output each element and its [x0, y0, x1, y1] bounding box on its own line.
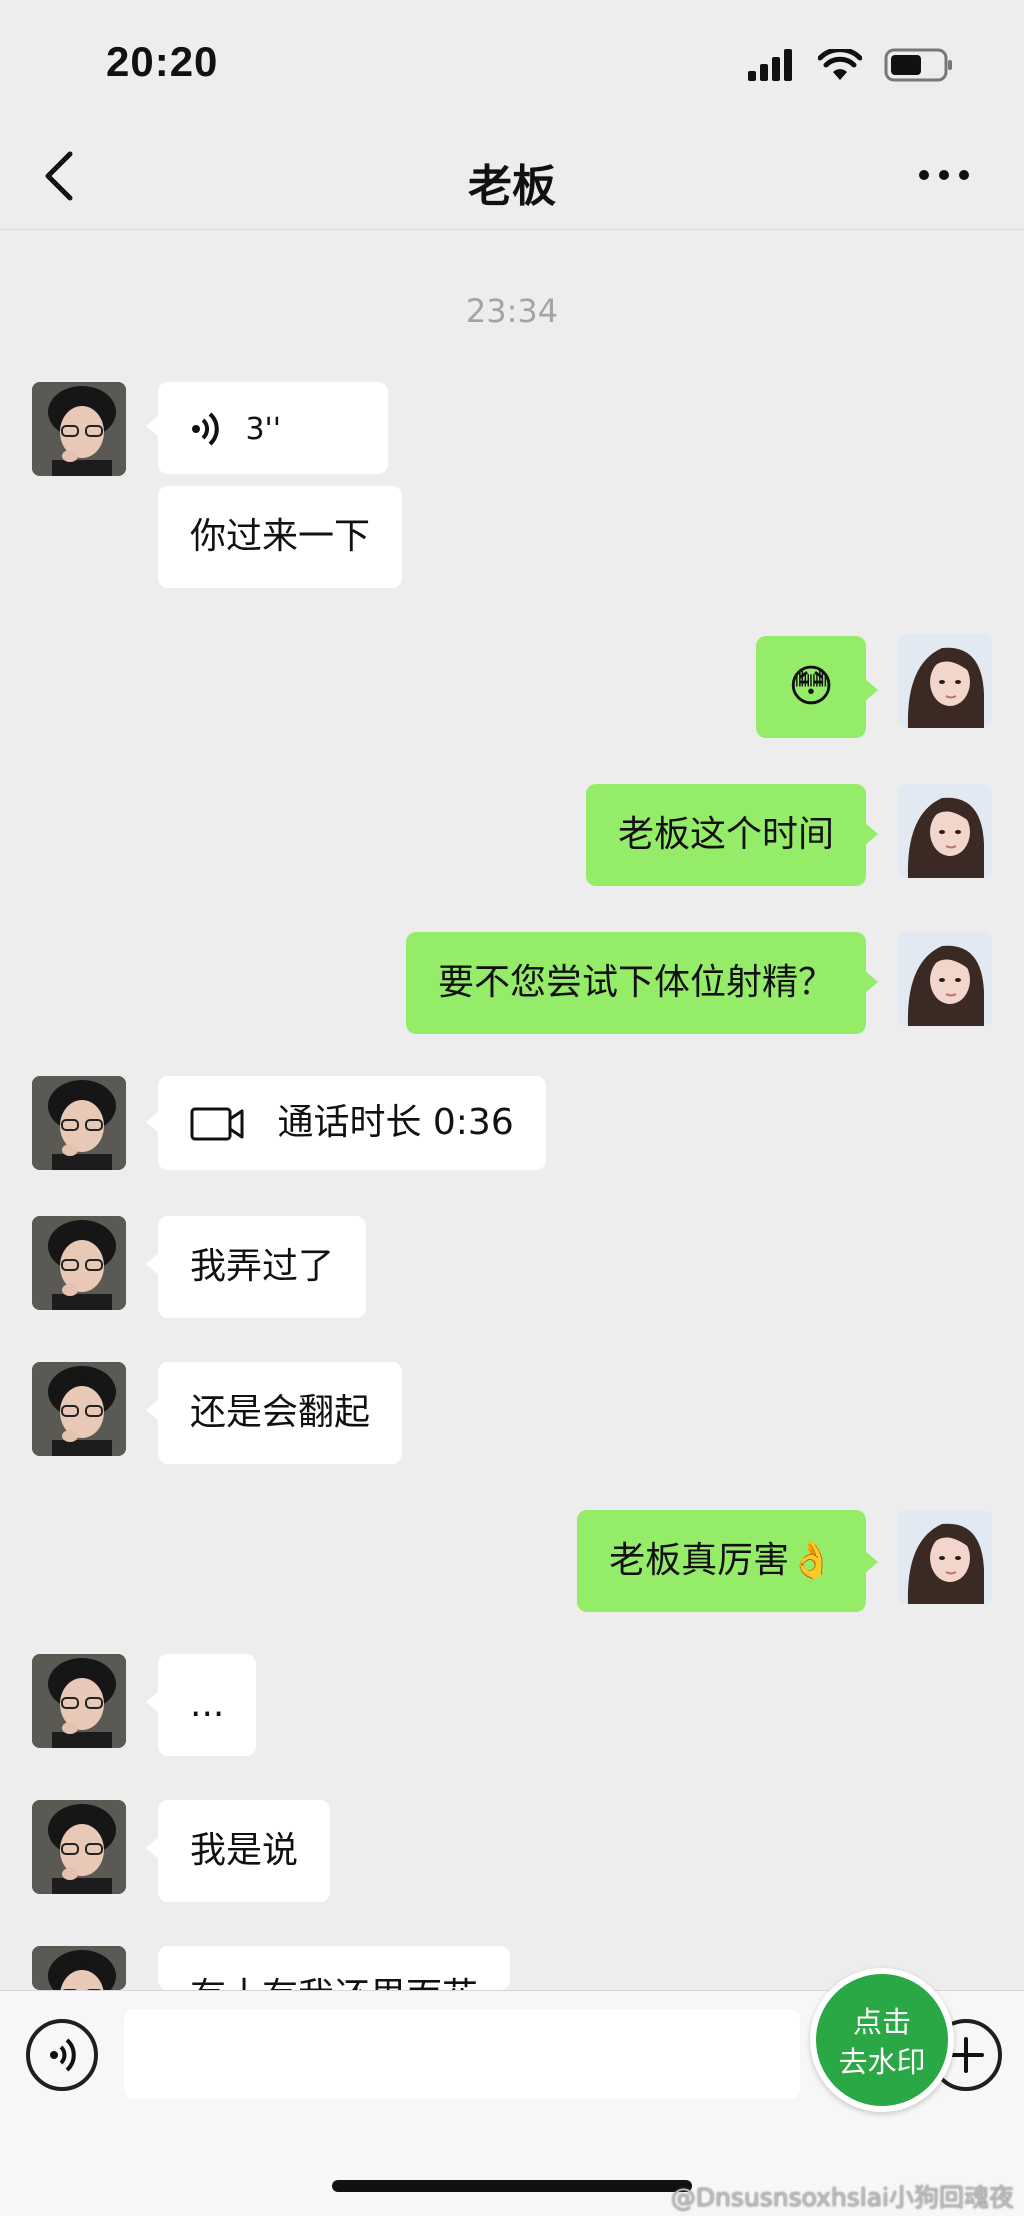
home-indicator [332, 2180, 692, 2192]
status-time: 20:20 [106, 38, 219, 85]
message-input[interactable] [124, 2009, 800, 2099]
my-avatar[interactable] [898, 932, 992, 1026]
watermark-button-line1: 点击 [852, 2005, 911, 2039]
message-bubble[interactable]: 有十有我还里面花 [158, 1946, 511, 1990]
sender-avatar[interactable] [32, 1800, 126, 1894]
call-duration: 通话时长 0:36 [277, 1102, 514, 1143]
video-camera-icon [190, 1107, 244, 1141]
my-avatar[interactable] [898, 634, 992, 728]
video-call-message[interactable]: 通话时长 0:36 [158, 1076, 546, 1170]
voice-wave-icon [50, 2038, 76, 2072]
wifi-icon [818, 49, 862, 80]
weibo-credit: @Dnsusnsoxhslai小狗回魂夜 [670, 2183, 1014, 2212]
voice-duration: 3'' [245, 412, 282, 447]
message-bubble[interactable]: 老板这个时间 [585, 784, 866, 886]
voice-message[interactable]: 3'' [158, 382, 388, 474]
my-avatar[interactable] [898, 784, 992, 878]
status-bar: 20:20 [0, 0, 1024, 120]
remove-watermark-button[interactable]: 点击 去水印 [810, 1968, 954, 2112]
bubble-tail [864, 678, 878, 702]
chat-timestamp: 23:34 [465, 292, 559, 330]
sender-avatar[interactable] [32, 1946, 126, 1990]
message-bubble[interactable]: 你过来一下 [158, 486, 403, 588]
sender-avatar[interactable] [32, 1076, 126, 1170]
bubble-tail [864, 822, 878, 846]
more-button[interactable] [914, 160, 974, 190]
sender-avatar[interactable] [32, 1654, 126, 1748]
battery-icon [884, 48, 952, 82]
my-avatar[interactable] [898, 1510, 992, 1604]
message-bubble[interactable]: 我弄过了 [158, 1216, 367, 1318]
bubble-tail [864, 970, 878, 994]
message-bubble[interactable]: 要不您尝试下体位射精？ [405, 932, 866, 1034]
sender-avatar[interactable] [32, 1216, 126, 1310]
watermark-button-line2: 去水印 [838, 2045, 926, 2079]
chat-title: 老板 [468, 161, 556, 212]
bubble-tail [864, 1550, 878, 1574]
ellipsis-icon [919, 170, 969, 180]
message-bubble[interactable]: 还是会翻起 [158, 1362, 403, 1464]
message-bubble[interactable]: ... [158, 1654, 257, 1756]
sender-avatar[interactable] [32, 1362, 126, 1456]
nav-bar: 老板 [0, 120, 1024, 230]
message-bubble[interactable]: 😳 [756, 636, 866, 738]
voice-wave-icon [192, 412, 219, 446]
message-bubble[interactable]: 我是说 [158, 1800, 331, 1902]
signal-icon [748, 49, 792, 81]
voice-input-button[interactable] [26, 2019, 98, 2091]
status-icons [748, 48, 954, 82]
sender-avatar[interactable] [32, 382, 126, 476]
message-bubble[interactable]: 老板真厉害👌 [577, 1510, 866, 1612]
